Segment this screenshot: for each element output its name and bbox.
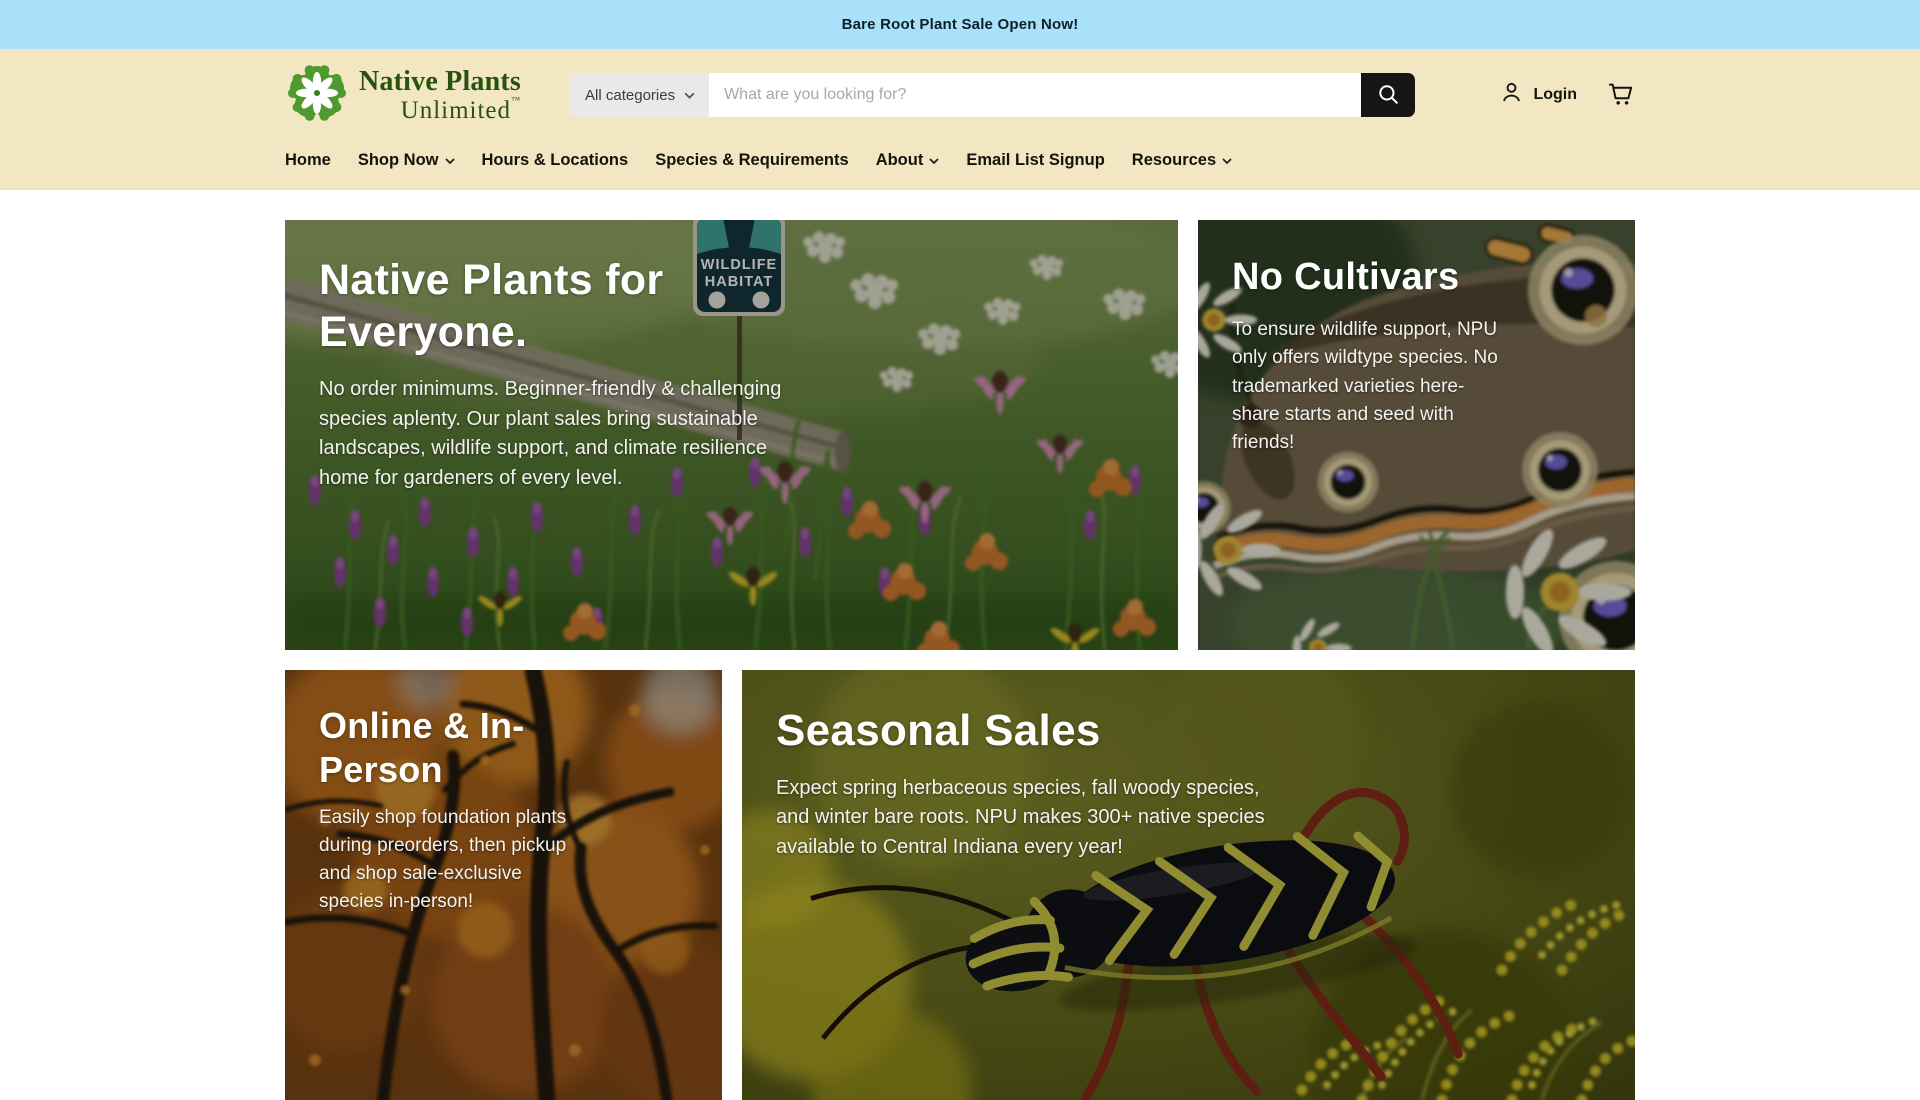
- login-label: Login: [1533, 86, 1577, 104]
- nav-item-species-requirements[interactable]: Species & Requirements: [655, 151, 849, 170]
- announcement-text: Bare Root Plant Sale Open Now!: [842, 16, 1079, 33]
- nav-item-home[interactable]: Home: [285, 151, 331, 170]
- search-category-select[interactable]: All categories: [569, 73, 709, 117]
- hero-card-body: Easily shop foundation plants during pre…: [319, 804, 575, 916]
- search-category-value: All categories: [585, 87, 675, 104]
- search-bar: All categories: [569, 73, 1415, 117]
- hero-card-body: To ensure wildlife support, NPU only off…: [1232, 316, 1504, 457]
- search-button[interactable]: [1361, 73, 1415, 117]
- hero-card-title: No Cultivars: [1232, 254, 1601, 300]
- hero-card-seasonal-sales: Seasonal Sales Expect spring herbaceous …: [742, 670, 1635, 1100]
- site-header: Native Plants Unlimited™ All categories: [0, 49, 1920, 190]
- hero-card-online-in-person: Online & In-Person Easily shop foundatio…: [285, 670, 722, 1100]
- cart-button[interactable]: [1607, 80, 1635, 111]
- nav-item-resources[interactable]: Resources: [1132, 151, 1232, 170]
- chevron-down-icon: [684, 87, 695, 104]
- main-nav: Home Shop Now Hours & Locations Species …: [285, 141, 1635, 170]
- nav-item-hours-locations[interactable]: Hours & Locations: [482, 151, 629, 170]
- hero-card-title: Native Plants for Everyone.: [319, 254, 759, 359]
- logo-line1: Native Plants: [359, 68, 521, 96]
- hero-card-body: No order minimums. Beginner-friendly & c…: [319, 375, 797, 493]
- chevron-down-icon: [1222, 151, 1232, 170]
- hero-card-native-plants: WILDLIFE HABITAT: [285, 220, 1178, 650]
- logo-wordmark: Native Plants Unlimited™: [359, 68, 521, 123]
- search-icon: [1377, 83, 1399, 108]
- nav-item-shop-now[interactable]: Shop Now: [358, 151, 455, 170]
- logo[interactable]: Native Plants Unlimited™: [285, 61, 521, 130]
- hero-card-body: Expect spring herbaceous species, fall w…: [776, 774, 1291, 863]
- announcement-bar: Bare Root Plant Sale Open Now!: [0, 0, 1920, 49]
- hero-section: WILDLIFE HABITAT: [285, 220, 1635, 1100]
- chevron-down-icon: [445, 151, 455, 170]
- login-button[interactable]: Login: [1499, 80, 1577, 110]
- nav-item-email-list-signup[interactable]: Email List Signup: [966, 151, 1104, 170]
- trademark-symbol: ™: [511, 96, 521, 105]
- hero-card-title: Seasonal Sales: [776, 704, 1601, 758]
- hero-card-no-cultivars: No Cultivars To ensure wildlife support,…: [1198, 220, 1635, 650]
- person-icon: [1499, 80, 1524, 110]
- logo-leaf-icon: [285, 61, 349, 130]
- cart-icon: [1607, 80, 1635, 111]
- chevron-down-icon: [929, 151, 939, 170]
- hero-card-title: Online & In-Person: [319, 704, 624, 792]
- search-input[interactable]: [709, 73, 1361, 117]
- nav-item-about[interactable]: About: [876, 151, 940, 170]
- logo-line2: Unlimited™: [359, 98, 521, 123]
